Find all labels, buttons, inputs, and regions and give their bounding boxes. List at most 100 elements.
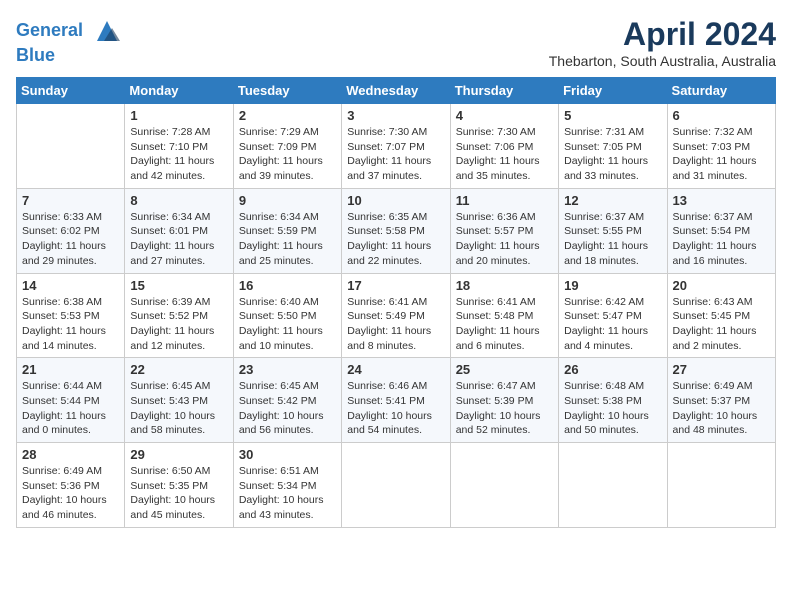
calendar-cell (342, 443, 450, 528)
calendar-cell: 20 Sunrise: 6:43 AM Sunset: 5:45 PM Dayli… (667, 273, 775, 358)
day-info: Sunrise: 6:37 AM Sunset: 5:55 PM Dayligh… (564, 210, 661, 269)
calendar-table: SundayMondayTuesdayWednesdayThursdayFrid… (16, 77, 776, 528)
day-info: Sunrise: 6:33 AM Sunset: 6:02 PM Dayligh… (22, 210, 119, 269)
day-info: Sunrise: 6:41 AM Sunset: 5:49 PM Dayligh… (347, 295, 444, 354)
calendar-cell: 11 Sunrise: 6:36 AM Sunset: 5:57 PM Dayli… (450, 188, 558, 273)
day-info: Sunrise: 6:34 AM Sunset: 6:01 PM Dayligh… (130, 210, 227, 269)
day-number: 10 (347, 193, 444, 208)
day-info: Sunrise: 6:41 AM Sunset: 5:48 PM Dayligh… (456, 295, 553, 354)
logo: General Blue (16, 16, 122, 66)
calendar-cell: 28 Sunrise: 6:49 AM Sunset: 5:36 PM Dayli… (17, 443, 125, 528)
day-number: 16 (239, 278, 336, 293)
page-header: General Blue April 2024 Thebarton, South… (16, 16, 776, 69)
day-info: Sunrise: 6:44 AM Sunset: 5:44 PM Dayligh… (22, 379, 119, 438)
day-number: 15 (130, 278, 227, 293)
day-number: 7 (22, 193, 119, 208)
day-number: 19 (564, 278, 661, 293)
calendar-cell: 24Sunrise: 6:46 AM Sunset: 5:41 PM Dayli… (342, 358, 450, 443)
day-info: Sunrise: 6:38 AM Sunset: 5:53 PM Dayligh… (22, 295, 119, 354)
calendar-cell: 12 Sunrise: 6:37 AM Sunset: 5:55 PM Dayli… (559, 188, 667, 273)
day-number: 22 (130, 362, 227, 377)
day-number: 23 (239, 362, 336, 377)
day-number: 29 (130, 447, 227, 462)
day-info: Sunrise: 7:30 AM Sunset: 7:06 PM Dayligh… (456, 125, 553, 184)
day-number: 5 (564, 108, 661, 123)
day-info: Sunrise: 6:49 AM Sunset: 5:37 PM Dayligh… (673, 379, 770, 438)
day-number: 13 (673, 193, 770, 208)
day-info: Sunrise: 6:42 AM Sunset: 5:47 PM Dayligh… (564, 295, 661, 354)
day-number: 21 (22, 362, 119, 377)
day-number: 26 (564, 362, 661, 377)
day-number: 6 (673, 108, 770, 123)
calendar-cell (17, 104, 125, 189)
day-number: 1 (130, 108, 227, 123)
day-number: 25 (456, 362, 553, 377)
day-number: 12 (564, 193, 661, 208)
day-info: Sunrise: 7:30 AM Sunset: 7:07 PM Dayligh… (347, 125, 444, 184)
day-number: 30 (239, 447, 336, 462)
calendar-cell: 16 Sunrise: 6:40 AM Sunset: 5:50 PM Dayli… (233, 273, 341, 358)
calendar-cell: 5 Sunrise: 7:31 AM Sunset: 7:05 PM Daylig… (559, 104, 667, 189)
calendar-cell: 10 Sunrise: 6:35 AM Sunset: 5:58 PM Dayli… (342, 188, 450, 273)
calendar-row-1: 1 Sunrise: 7:28 AM Sunset: 7:10 PM Daylig… (17, 104, 776, 189)
calendar-row-2: 7 Sunrise: 6:33 AM Sunset: 6:02 PM Daylig… (17, 188, 776, 273)
day-info: Sunrise: 6:47 AM Sunset: 5:39 PM Dayligh… (456, 379, 553, 438)
logo-icon (92, 16, 122, 46)
calendar-cell: 3Sunrise: 7:30 AM Sunset: 7:07 PM Daylig… (342, 104, 450, 189)
calendar-cell: 23Sunrise: 6:45 AM Sunset: 5:42 PM Dayli… (233, 358, 341, 443)
day-info: Sunrise: 6:49 AM Sunset: 5:36 PM Dayligh… (22, 464, 119, 523)
day-number: 4 (456, 108, 553, 123)
calendar-cell: 8 Sunrise: 6:34 AM Sunset: 6:01 PM Daylig… (125, 188, 233, 273)
day-info: Sunrise: 7:28 AM Sunset: 7:10 PM Dayligh… (130, 125, 227, 184)
col-header-tuesday: Tuesday (233, 78, 341, 104)
day-info: Sunrise: 6:34 AM Sunset: 5:59 PM Dayligh… (239, 210, 336, 269)
logo-blue: Blue (16, 45, 55, 65)
day-info: Sunrise: 6:36 AM Sunset: 5:57 PM Dayligh… (456, 210, 553, 269)
day-info: Sunrise: 6:51 AM Sunset: 5:34 PM Dayligh… (239, 464, 336, 523)
day-number: 11 (456, 193, 553, 208)
day-number: 8 (130, 193, 227, 208)
col-header-monday: Monday (125, 78, 233, 104)
day-info: Sunrise: 6:35 AM Sunset: 5:58 PM Dayligh… (347, 210, 444, 269)
day-info: Sunrise: 6:48 AM Sunset: 5:38 PM Dayligh… (564, 379, 661, 438)
calendar-cell: 9 Sunrise: 6:34 AM Sunset: 5:59 PM Daylig… (233, 188, 341, 273)
calendar-cell: 15Sunrise: 6:39 AM Sunset: 5:52 PM Dayli… (125, 273, 233, 358)
day-info: Sunrise: 7:29 AM Sunset: 7:09 PM Dayligh… (239, 125, 336, 184)
day-info: Sunrise: 6:50 AM Sunset: 5:35 PM Dayligh… (130, 464, 227, 523)
day-number: 17 (347, 278, 444, 293)
calendar-cell (667, 443, 775, 528)
calendar-cell: 30 Sunrise: 6:51 AM Sunset: 5:34 PM Dayli… (233, 443, 341, 528)
calendar-cell: 14 Sunrise: 6:38 AM Sunset: 5:53 PM Dayli… (17, 273, 125, 358)
calendar-cell: 4 Sunrise: 7:30 AM Sunset: 7:06 PM Daylig… (450, 104, 558, 189)
day-number: 2 (239, 108, 336, 123)
day-number: 14 (22, 278, 119, 293)
location-title: Thebarton, South Australia, Australia (549, 53, 776, 69)
calendar-cell (559, 443, 667, 528)
title-block: April 2024 Thebarton, South Australia, A… (549, 16, 776, 69)
day-number: 18 (456, 278, 553, 293)
calendar-cell: 27 Sunrise: 6:49 AM Sunset: 5:37 PM Dayli… (667, 358, 775, 443)
day-info: Sunrise: 7:31 AM Sunset: 7:05 PM Dayligh… (564, 125, 661, 184)
calendar-cell: 26 Sunrise: 6:48 AM Sunset: 5:38 PM Dayli… (559, 358, 667, 443)
calendar-row-5: 28 Sunrise: 6:49 AM Sunset: 5:36 PM Dayli… (17, 443, 776, 528)
calendar-row-3: 14 Sunrise: 6:38 AM Sunset: 5:53 PM Dayli… (17, 273, 776, 358)
day-number: 28 (22, 447, 119, 462)
calendar-cell (450, 443, 558, 528)
calendar-cell: 2 Sunrise: 7:29 AM Sunset: 7:09 PM Daylig… (233, 104, 341, 189)
col-header-wednesday: Wednesday (342, 78, 450, 104)
col-header-thursday: Thursday (450, 78, 558, 104)
day-info: Sunrise: 6:43 AM Sunset: 5:45 PM Dayligh… (673, 295, 770, 354)
col-header-sunday: Sunday (17, 78, 125, 104)
day-number: 27 (673, 362, 770, 377)
calendar-cell: 13 Sunrise: 6:37 AM Sunset: 5:54 PM Dayli… (667, 188, 775, 273)
day-number: 20 (673, 278, 770, 293)
logo-general: General (16, 20, 83, 40)
calendar-cell: 17 Sunrise: 6:41 AM Sunset: 5:49 PM Dayli… (342, 273, 450, 358)
calendar-cell: 29 Sunrise: 6:50 AM Sunset: 5:35 PM Dayli… (125, 443, 233, 528)
day-info: Sunrise: 6:37 AM Sunset: 5:54 PM Dayligh… (673, 210, 770, 269)
calendar-cell: 7 Sunrise: 6:33 AM Sunset: 6:02 PM Daylig… (17, 188, 125, 273)
day-number: 9 (239, 193, 336, 208)
calendar-cell: 18 Sunrise: 6:41 AM Sunset: 5:48 PM Dayli… (450, 273, 558, 358)
calendar-cell: 6Sunrise: 7:32 AM Sunset: 7:03 PM Daylig… (667, 104, 775, 189)
day-info: Sunrise: 6:40 AM Sunset: 5:50 PM Dayligh… (239, 295, 336, 354)
